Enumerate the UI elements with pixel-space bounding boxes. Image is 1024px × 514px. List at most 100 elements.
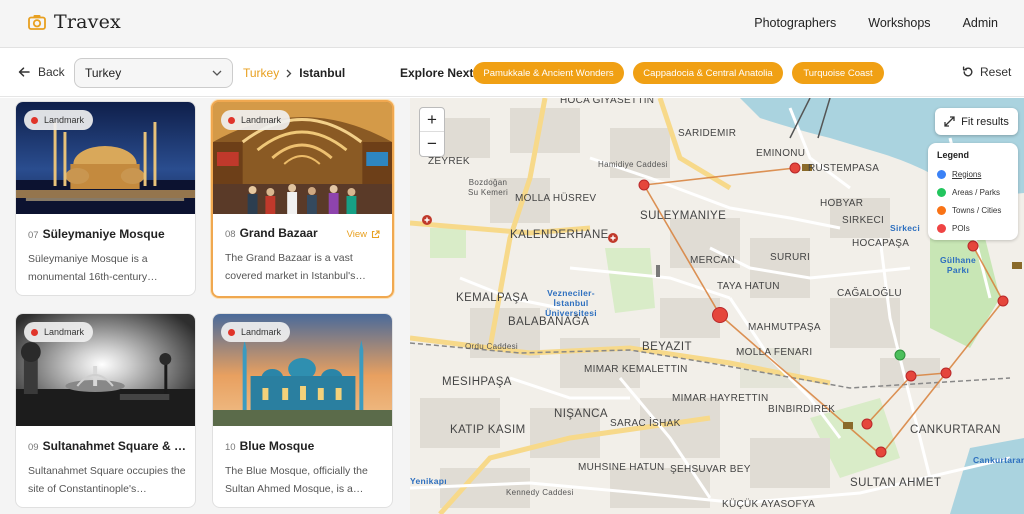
map-label: BINBIRDIREK bbox=[768, 404, 836, 415]
map-label: HOCAPAŞA bbox=[852, 238, 910, 249]
category-badge: Landmark bbox=[221, 110, 291, 130]
map-label: EMINONU bbox=[756, 148, 806, 159]
poi-marker[interactable] bbox=[875, 446, 887, 458]
filter-toolbar: Back Turkey Turkey Istanbul Explore Next… bbox=[0, 49, 1024, 97]
road-label: Kennedy Caddesi bbox=[506, 488, 574, 497]
brand-logo[interactable]: Travex bbox=[28, 11, 121, 33]
poi-marker[interactable] bbox=[940, 367, 952, 379]
map-label: KEMALPAŞA bbox=[456, 292, 529, 304]
result-card-sultanahmet-square[interactable]: Landmark 09 Sultanahmet Square & H… Sulta… bbox=[15, 313, 196, 508]
map-label: CANKURTARAN bbox=[910, 424, 1001, 436]
pois-swatch bbox=[937, 223, 946, 233]
map-label: SARAC İSHAK bbox=[610, 418, 681, 429]
map-label: MOLLA FENARI bbox=[736, 347, 813, 358]
poi-marker[interactable] bbox=[638, 179, 650, 191]
map-view[interactable]: HOCA GIYASETTIN SARIDEMIR EMINONU RUSTEM… bbox=[410, 98, 1024, 514]
reset-icon bbox=[962, 66, 973, 77]
nav-workshops[interactable]: Workshops bbox=[868, 16, 930, 30]
area-marker[interactable] bbox=[894, 349, 906, 361]
category-badge: Landmark bbox=[24, 110, 94, 130]
poi-marker[interactable] bbox=[967, 240, 979, 252]
card-description: The Blue Mosque, officially the Sultan A… bbox=[225, 465, 368, 495]
areas-swatch bbox=[937, 187, 946, 197]
map-label: MAHMUTPAŞA bbox=[748, 322, 821, 333]
regions-swatch bbox=[937, 169, 946, 179]
back-label: Back bbox=[38, 65, 65, 79]
map-label: SULEYMANIYE bbox=[640, 210, 727, 222]
explore-next-label: Explore Next bbox=[400, 66, 474, 80]
fit-results-button[interactable]: Fit results bbox=[935, 108, 1018, 135]
view-link[interactable]: View bbox=[347, 229, 380, 240]
map-label: SURURI bbox=[770, 252, 811, 263]
card-title: 09 Sultanahmet Square & H… bbox=[28, 439, 188, 453]
chip-turquoise-coast[interactable]: Turquoise Coast bbox=[792, 62, 884, 84]
result-card-suleymaniye[interactable]: Landmark 07 Süleymaniye Mosque Süleymaniy… bbox=[15, 101, 196, 296]
card-title: 10 Blue Mosque bbox=[225, 439, 315, 453]
breadcrumb-city: Istanbul bbox=[299, 66, 346, 80]
poi-dot-icon bbox=[228, 116, 235, 124]
card-description: Sultanahmet Square occupies the site of … bbox=[28, 465, 186, 495]
legend-item-pois[interactable]: POIs bbox=[937, 219, 1009, 237]
map-label: Cankurtaran bbox=[973, 455, 1024, 465]
landmark-icon bbox=[1012, 262, 1022, 269]
map-label: KALENDERHANE bbox=[510, 229, 609, 241]
poi-marker[interactable] bbox=[997, 295, 1009, 307]
card-title: 07 Süleymaniye Mosque bbox=[28, 227, 165, 241]
map-label: Yenikapı bbox=[410, 476, 447, 486]
map-label: ŞEHSUVAR BEY bbox=[670, 464, 751, 475]
main-nav: Photographers Workshops Admin bbox=[754, 16, 998, 30]
towns-swatch bbox=[937, 205, 946, 215]
poi-dot-icon bbox=[228, 328, 235, 336]
nav-photographers[interactable]: Photographers bbox=[754, 16, 836, 30]
map-label: ZEYREK bbox=[428, 156, 470, 167]
map-label: MUHSINE HATUN bbox=[578, 462, 665, 473]
card-description: Süleymaniye Mosque is a monumental 16th-… bbox=[28, 253, 158, 283]
country-select-value: Turkey bbox=[85, 66, 122, 80]
poi-dot-icon bbox=[31, 116, 38, 124]
map-label: HOBYAR bbox=[820, 198, 864, 209]
legend-item-towns[interactable]: Towns / Cities bbox=[937, 201, 1009, 219]
map-label: SARIDEMIR bbox=[678, 128, 737, 139]
reset-button[interactable]: Reset bbox=[962, 65, 1011, 79]
map-label: Gülhane Parkı bbox=[939, 255, 977, 275]
poi-dot-icon bbox=[31, 328, 38, 336]
map-label: MOLLA HÜSREV bbox=[515, 193, 597, 204]
chevron-down-icon bbox=[212, 70, 222, 76]
poi-marker-selected[interactable] bbox=[712, 307, 728, 323]
legend-item-regions[interactable]: Regions bbox=[937, 165, 1009, 183]
results-list[interactable]: Landmark 07 Süleymaniye Mosque Süleymaniy… bbox=[0, 98, 410, 514]
road-label: Ordu Caddesi bbox=[465, 342, 518, 351]
result-card-grand-bazaar[interactable]: Landmark 08 Grand Bazaar View The Grand B… bbox=[211, 100, 394, 298]
map-legend: Legend Regions Areas / Parks Towns / Cit… bbox=[928, 143, 1018, 240]
legend-title: Legend bbox=[937, 150, 970, 160]
card-title: 08 Grand Bazaar bbox=[225, 226, 318, 240]
breadcrumb: Turkey Istanbul bbox=[243, 66, 345, 80]
map-label: NIŞANCA bbox=[554, 408, 608, 420]
map-label: MIMAR KEMALETTIN bbox=[584, 364, 688, 375]
map-label: MESIHPAŞA bbox=[442, 376, 512, 388]
back-button[interactable]: Back bbox=[18, 65, 65, 79]
arrow-left-icon bbox=[18, 67, 30, 77]
external-link-icon bbox=[371, 230, 380, 239]
poi-marker[interactable] bbox=[905, 370, 917, 382]
zoom-out-button[interactable]: − bbox=[420, 132, 444, 156]
category-badge: Landmark bbox=[221, 322, 291, 342]
poi-marker[interactable] bbox=[789, 162, 801, 174]
map-label: MERCAN bbox=[690, 255, 736, 266]
legend-item-areas[interactable]: Areas / Parks bbox=[937, 183, 1009, 201]
camera-icon bbox=[28, 15, 46, 30]
map-label: MIMAR HAYRETTIN bbox=[672, 393, 769, 404]
map-label: KATIP KASIM bbox=[450, 424, 526, 436]
map-label: HOCA GIYASETTIN bbox=[560, 98, 655, 106]
result-card-blue-mosque[interactable]: Landmark 10 Blue Mosque The Blue Mosque, … bbox=[212, 313, 393, 508]
poi-marker[interactable] bbox=[861, 418, 873, 430]
map-label: KÜÇÜK AYASOFYA bbox=[722, 499, 816, 510]
chip-cappadocia[interactable]: Cappadocia & Central Anatolia bbox=[633, 62, 783, 84]
map-label: BALABANAĞA bbox=[508, 316, 590, 328]
monument-icon bbox=[656, 265, 660, 277]
zoom-in-button[interactable]: + bbox=[420, 108, 444, 132]
nav-admin[interactable]: Admin bbox=[963, 16, 998, 30]
breadcrumb-country[interactable]: Turkey bbox=[243, 66, 279, 80]
chip-pamukkale[interactable]: Pamukkale & Ancient Wonders bbox=[473, 62, 624, 84]
country-select[interactable]: Turkey bbox=[74, 58, 233, 88]
